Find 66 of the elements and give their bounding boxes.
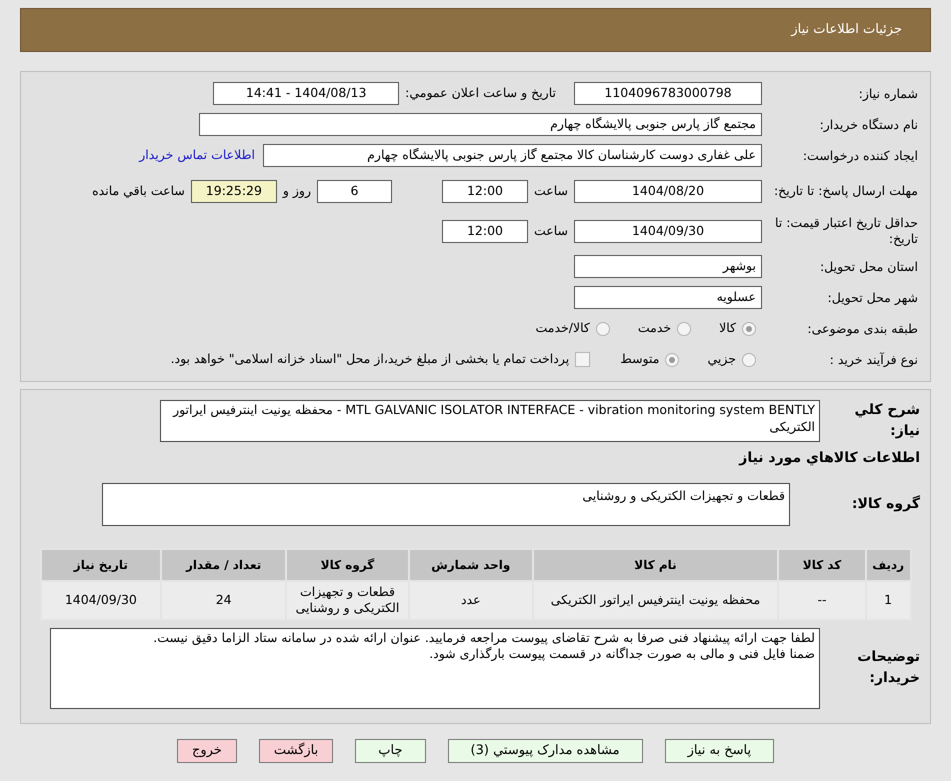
action-button[interactable]: پاسخ به نیاز — [664, 738, 774, 762]
field-label: توضیحات خریدار: — [856, 648, 921, 688]
radio-button[interactable] — [742, 322, 756, 336]
field-label: مهلت ارسال پاسخ: تا تاریخ: — [772, 183, 919, 199]
date-field: 1404/08/20 — [574, 180, 762, 202]
radio-button[interactable] — [596, 322, 610, 336]
field-label: ساعت باقي مانده — [91, 182, 186, 200]
table-cell: 1404/09/30 — [40, 581, 162, 620]
notes-textarea[interactable]: لطفا جهت ارائه پیشنهاد فنی صرفا به شرح تقاضای پیوست مراجعه فرمایید. عنوان ارائه شده در سامانه ستاد الزاما دقیق نیست. ضمنا فایل فنی و مالی به صورت جداگانه در قسمت پیوست بارگذاری شود. — [50, 628, 820, 708]
field-label: استان محل تحویل: — [818, 258, 919, 274]
column-header: گروه کالا — [286, 549, 409, 581]
field-label: شرح کلي نیاز: — [854, 401, 921, 441]
column-header: کد کالا — [778, 549, 866, 581]
field-label: ساعت — [532, 182, 569, 200]
table-cell: 24 — [161, 581, 286, 620]
column-header: نام کالا — [532, 549, 778, 581]
city-field: عسلویه — [574, 286, 762, 309]
need-number-field: 1104096783000798 — [574, 82, 762, 105]
field-label: ساعت — [532, 222, 569, 240]
action-button[interactable]: چاپ — [355, 738, 426, 762]
days-field: 6 — [316, 180, 392, 202]
action-button[interactable]: مشاهده مدارک پیوستي (3) — [448, 738, 643, 762]
buyer-field: مجتمع گاز پارس جنوبی پالایشگاه چهارم — [199, 113, 762, 136]
option-label: کالا/خدمت — [535, 319, 590, 338]
option-label: کالا — [719, 319, 736, 338]
contact-link[interactable]: اطلاعات تماس خریدار — [139, 146, 255, 165]
field-label: نوع فرآیند خرید : — [828, 352, 919, 368]
field-label: گروه کالا: — [850, 494, 921, 514]
creator-field: علی غفاری دوست کارشناسان کالا مجتمع گاز پارس جنوبی پالایشگاه چهارم — [263, 144, 762, 167]
column-header: واحد شمارش — [408, 549, 533, 581]
time-field: 12:00 — [442, 180, 528, 202]
field-label: شهر محل تحویل: — [826, 290, 919, 306]
table-cell: عدد — [408, 581, 533, 620]
time-field: 12:00 — [442, 220, 528, 242]
checkbox-label: پرداخت تمام یا بخشی از مبلغ خرید،از محل "اسناد خزانه اسلامی" خواهد بود. — [170, 350, 570, 368]
section-heading: اطلاعات کالاهاي مورد نیاز — [738, 449, 921, 468]
date-field: 1404/09/30 — [574, 220, 762, 242]
field-label: حداقل تاریخ اعتبار قیمت: تا تاریخ: — [774, 215, 919, 247]
field-label: طبقه بندی موضوعی: — [806, 320, 919, 336]
table-cell: 1 — [866, 581, 910, 620]
action-button[interactable]: خروج — [176, 738, 237, 762]
announce-date-field: 1404/08/13 - 14:41 — [213, 82, 400, 105]
field-label: ایجاد کننده درخواست: — [802, 148, 919, 164]
table-cell: قطعات و تجهیزات الکتریکی و روشنایی — [286, 581, 409, 620]
goods-group-textarea[interactable]: قطعات و تجهیزات الکتریکی و روشنایی — [102, 483, 790, 526]
province-field: بوشهر — [574, 255, 762, 278]
column-header: تاریخ نیاز — [40, 549, 162, 581]
action-button[interactable]: بازگشت — [258, 738, 334, 762]
summary-textarea[interactable]: MTL GALVANIC ISOLATOR INTERFACE - vibration monitoring system BENTLY - محفظه یونیت اینترفیس ایراتور الکتریکی — [160, 400, 820, 442]
option-label: جزيي — [707, 350, 736, 368]
radio-button[interactable] — [677, 322, 692, 336]
radio-button[interactable] — [742, 352, 756, 366]
radio-button[interactable] — [665, 352, 680, 366]
option-label: متوسط — [620, 350, 660, 368]
field-label: تاریخ و ساعت اعلان عمومي: — [404, 84, 557, 102]
column-header: تعداد / مقدار — [161, 549, 286, 581]
column-header: ردیف — [866, 549, 910, 581]
table-cell: -- — [778, 581, 866, 620]
remaining-time-field: 19:25:29 — [190, 180, 277, 202]
field-label: روز و — [281, 182, 312, 200]
table-cell: محفظه یونیت اینترفیس ایراتور الکتریکی — [532, 581, 778, 620]
header-title: جزئیات اطلاعات نیاز — [791, 21, 902, 40]
option-label: خدمت — [638, 319, 672, 338]
field-label: نام دستگاه خریدار: — [818, 116, 919, 132]
checkbox[interactable] — [575, 352, 590, 367]
field-label: شماره نیاز: — [858, 86, 919, 102]
